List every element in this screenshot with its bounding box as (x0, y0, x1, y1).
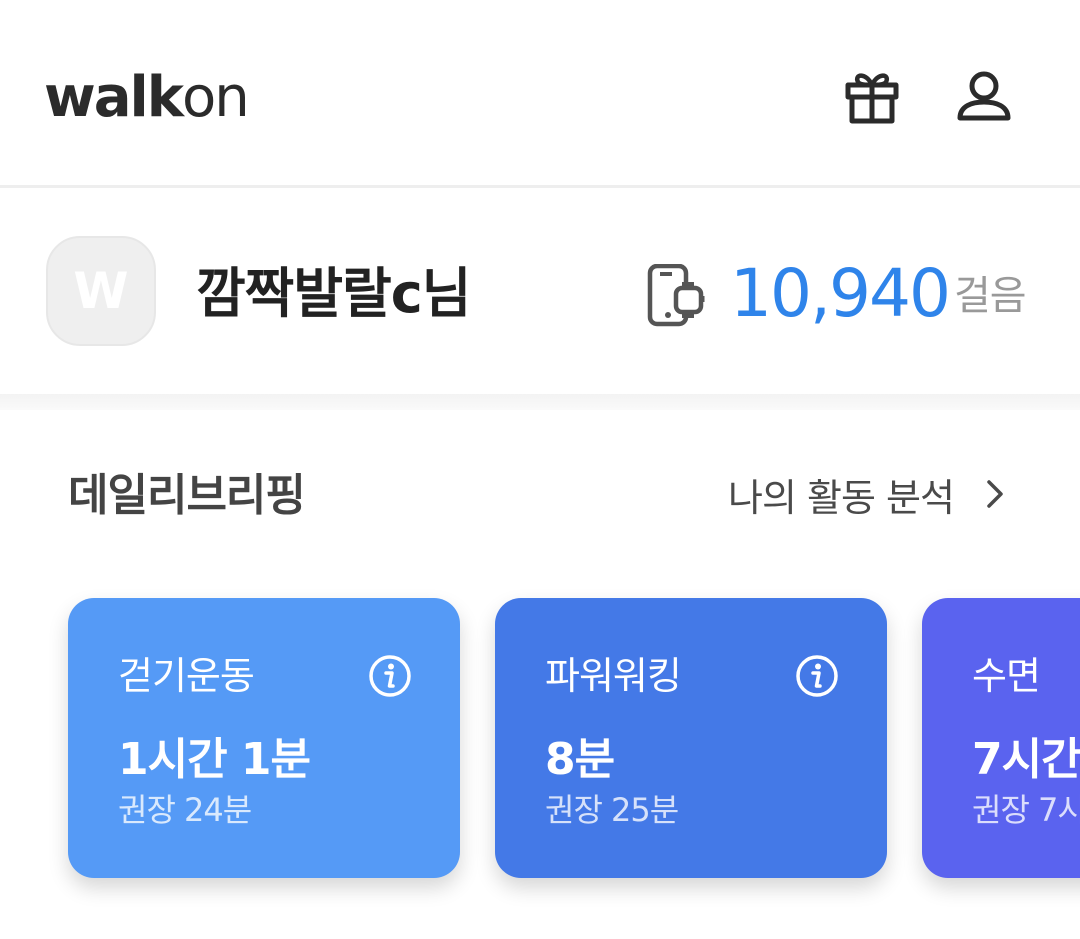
section-divider (0, 394, 1080, 410)
card-title: 파워워킹 (545, 654, 682, 698)
profile-summary[interactable]: W 깜짝발랄c님 10,940 걸음 (0, 188, 1080, 394)
card-recommended: 권장 25분 (545, 791, 679, 829)
user-name: 깜짝발랄c님 (196, 262, 471, 325)
card-value: 7시간 (972, 734, 1080, 785)
top-app-bar: walkon (0, 0, 1080, 188)
info-icon[interactable] (795, 654, 839, 698)
info-icon[interactable] (368, 654, 412, 698)
person-icon[interactable] (954, 66, 1014, 126)
app-screen: walkon W 깜짝발랄c님 10,940 걸음 데일리브리핑 나의 활동 분… (0, 0, 1080, 939)
power-walking-card[interactable]: 파워워킹 8분 권장 25분 (495, 598, 887, 878)
gift-icon[interactable] (842, 66, 902, 126)
card-title: 수면 (972, 654, 1041, 698)
walkon-logo[interactable]: walkon (44, 60, 250, 136)
card-value: 1시간 1분 (118, 734, 311, 785)
card-title: 걷기운동 (118, 654, 255, 698)
daily-briefing-title: 데일리브리핑 (68, 470, 306, 521)
step-unit-label: 걸음 (954, 273, 1027, 319)
avatar[interactable]: W (46, 236, 156, 346)
logo-on-text: on (181, 65, 250, 130)
sleep-card[interactable]: 수면 7시간 권장 7시 (922, 598, 1080, 878)
card-recommended: 권장 24분 (118, 791, 252, 829)
phone-watch-icon (646, 263, 710, 328)
chevron-right-icon (987, 480, 1003, 508)
step-count: 10,940 (730, 255, 951, 332)
walking-exercise-card[interactable]: 걷기운동 1시간 1분 권장 24분 (68, 598, 460, 878)
my-activity-analysis-link[interactable]: 나의 활동 분석 (728, 466, 1010, 522)
my-activity-analysis-label: 나의 활동 분석 (728, 475, 955, 520)
card-recommended: 권장 7시 (972, 791, 1080, 829)
logo-walk-text: walk (44, 65, 184, 130)
card-value: 8분 (545, 734, 615, 785)
